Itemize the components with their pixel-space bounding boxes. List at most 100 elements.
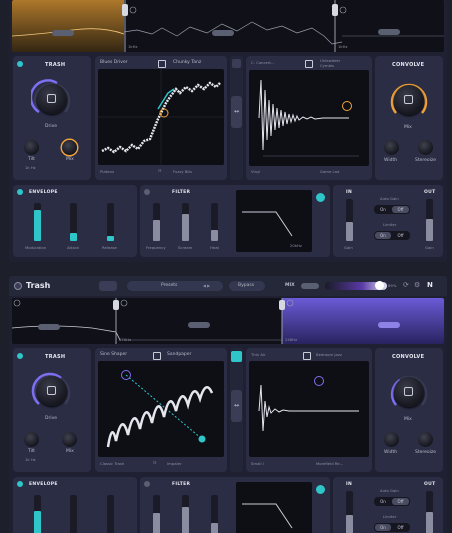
gain-in-slider[interactable] [346,199,353,241]
attack-slider[interactable] [70,203,77,241]
distortion-bottom-left[interactable]: Plateau [100,170,114,174]
auto-gain-toggle[interactable]: On Off [374,205,410,214]
filter-curve-display[interactable]: 20kHz [236,190,312,252]
gain-out-slider[interactable] [426,199,433,241]
frequency-slider[interactable] [153,203,160,241]
filter-type-icon[interactable] [316,193,325,202]
filter-panel: FILTER Frequency Scream Heat 20kHz [140,185,330,257]
mix-meter-handle[interactable] [375,281,384,290]
routing-column: ↔ [230,56,243,180]
auto-gain-on[interactable]: On [375,206,391,213]
auto-gain-off-bottom[interactable]: Off [392,498,409,505]
ir-left[interactable]: C. Concert... [251,61,275,65]
release-label: Release [102,245,117,250]
ir-bottom-right-bottom[interactable]: Morefield Re... [316,462,343,466]
distortion-type-right-bottom[interactable]: Sandpaper [167,352,191,358]
filter-curve-display-bottom[interactable] [236,482,312,533]
filter-title: FILTER [172,190,191,195]
swap-icon[interactable] [158,60,166,68]
preset-browser-icon[interactable] [99,281,117,291]
scream-slider-bottom[interactable] [182,495,189,533]
auto-gain-toggle-bottom[interactable]: On Off [374,497,410,506]
trash-power-icon[interactable] [17,61,23,67]
distortion-bottom-right-bottom[interactable]: Impaler [167,462,182,466]
envelope-power-icon[interactable] [17,189,23,195]
band-strip[interactable]: 1kHz 1kHz [12,0,444,52]
trash-power-icon-bottom[interactable] [17,353,23,359]
preset-prev-next-icon[interactable]: ◀ ▶ [203,284,210,288]
frequency-slider-bottom[interactable] [153,495,160,533]
modulation-slider[interactable] [34,203,41,241]
ir-bottom-right[interactable]: Game Lad [320,170,339,174]
filter-power-icon-bottom[interactable] [144,481,150,487]
routing-toggle-icon-bottom[interactable] [231,351,242,362]
routing-toggle-icon[interactable] [232,59,241,68]
limiter-toggle[interactable]: On Off [374,231,410,240]
brand-icon[interactable]: N [427,282,433,289]
mix-slider[interactable] [301,283,319,289]
mix-knob-bottom[interactable] [62,432,77,447]
drive-knob[interactable] [31,78,73,120]
scream-slider[interactable] [182,203,189,241]
stereoize-knob-bottom[interactable] [418,432,433,447]
auto-gain-off[interactable]: Off [392,206,409,213]
drive-knob-bottom[interactable] [31,370,73,412]
mix-knob[interactable] [62,140,77,155]
gain-out-slider-bottom[interactable] [426,491,433,533]
ir-right-bottom[interactable]: Bedroom Jazz [316,353,342,357]
presets-dropdown[interactable]: Presets ◀ ▶ [127,281,223,291]
bypass-button[interactable]: Bypass [229,281,265,291]
filter-type-icon-bottom[interactable] [316,485,325,494]
ir-left-bottom[interactable]: Thin Air [251,353,266,357]
ir-swap-icon-bottom[interactable] [303,352,311,360]
limiter-on-bottom[interactable]: On [375,524,391,531]
distortion-bottom-right[interactable]: Fuzzy Bits [173,170,192,174]
modulation-slider-bottom[interactable] [34,495,41,533]
filter-power-icon[interactable] [144,189,150,195]
distortion-settings-icon[interactable]: ☷ [158,169,161,173]
distortion-graph[interactable] [98,69,224,165]
release-slider-bottom[interactable] [107,495,114,533]
heat-slider[interactable] [211,203,218,241]
swap-arrows-icon-bottom[interactable]: ↔ [231,390,242,422]
convolve-mix-knob-bottom[interactable] [388,371,430,413]
tilt-knob-bottom[interactable] [24,432,39,447]
distortion-type-right[interactable]: Chunky Tanz [173,60,201,66]
auto-gain-on-bottom[interactable]: On [375,498,391,505]
width-knob[interactable] [384,140,399,155]
distortion-settings-icon-bottom[interactable]: ☷ [153,461,156,465]
width-knob-bottom[interactable] [384,432,399,447]
band-freq-2: 1kHz [338,44,348,49]
ir-right-2[interactable]: Cymbis [320,64,334,68]
stereoize-knob[interactable] [418,140,433,155]
ir-bottom-left[interactable]: Vinyl [251,170,260,174]
gain-out-label: Gain [425,245,434,250]
band-strip-bottom[interactable]: 270Hz 246Hz [12,298,444,344]
limiter-on[interactable]: On [375,232,391,239]
distortion-type-left-bottom[interactable]: Sine Shaper [100,352,127,358]
width-label: Width [384,158,398,163]
history-icon[interactable]: ⟳ [403,282,409,289]
limiter-off-bottom[interactable]: Off [392,524,409,531]
distortion-bottom-left-bottom[interactable]: Classic Trash [100,462,124,466]
ir-waveform-display-bottom[interactable] [249,361,369,457]
limiter-off[interactable]: Off [392,232,409,239]
attack-slider-bottom[interactable] [70,495,77,533]
distortion-type-left[interactable]: Blues Driver [100,60,128,66]
swap-icon-bottom[interactable] [153,352,161,360]
swap-arrows-icon[interactable]: ↔ [231,96,242,128]
envelope-power-icon-bottom[interactable] [17,481,23,487]
ir-swap-icon[interactable] [305,60,313,68]
io-panel: IN OUT Gain Gain Auto Gain On Off Limite… [333,185,443,257]
convolve-mix-knob[interactable] [388,79,430,121]
settings-icon[interactable]: ⚙ [414,282,420,289]
heat-slider-bottom[interactable] [211,495,218,533]
io-panel-bottom: IN OUT Auto Gain On Off Limiter On Off [333,477,443,533]
release-slider[interactable] [107,203,114,241]
distortion-graph-bottom[interactable] [98,361,224,457]
tilt-knob[interactable] [24,140,39,155]
gain-in-slider-bottom[interactable] [346,491,353,533]
ir-waveform-display[interactable] [249,70,369,166]
limiter-toggle-bottom[interactable]: On Off [374,523,410,532]
ir-bottom-left-bottom[interactable]: Small I [251,462,264,466]
